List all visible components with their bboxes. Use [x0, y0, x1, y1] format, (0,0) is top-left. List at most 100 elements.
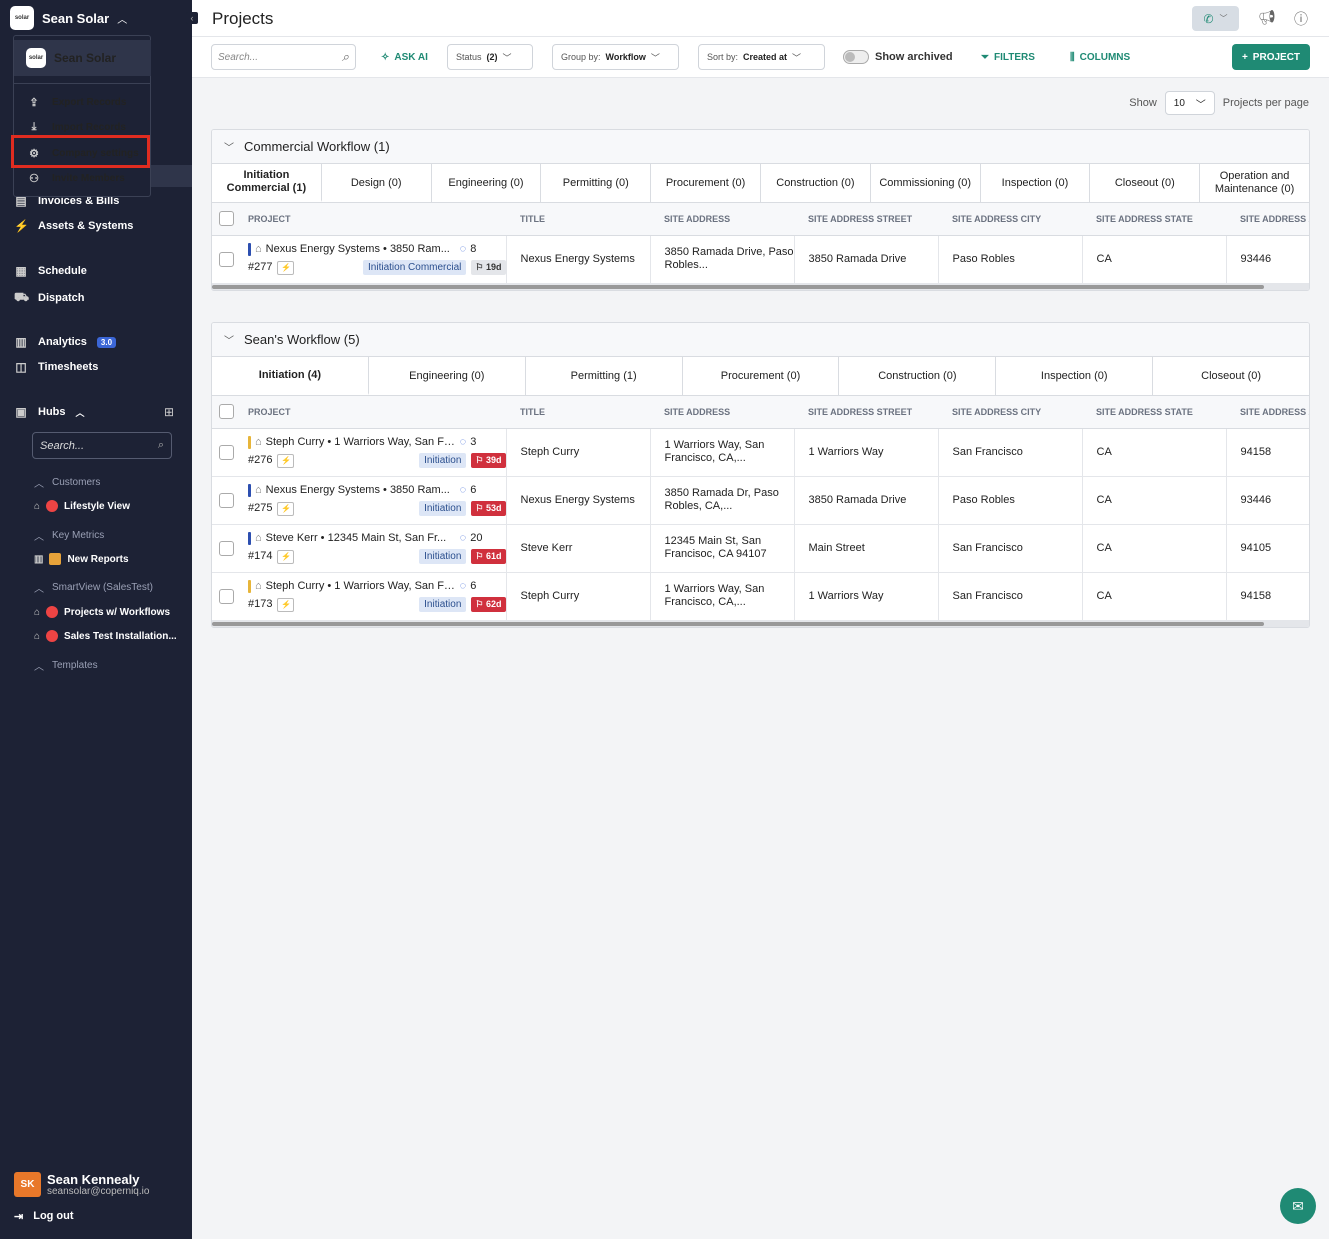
column-header[interactable]: SITE ADDRESS STREET: [794, 396, 938, 429]
sort-by-select[interactable]: Sort by: Created at ﹀: [698, 44, 825, 70]
project-cell[interactable]: ⌂ Steve Kerr • 12345 Main St, San Fr... ◌ 2…: [242, 524, 507, 573]
show-archived-toggle[interactable]: [843, 50, 869, 64]
column-header[interactable]: SITE ADDRESS ZIP: [1226, 396, 1309, 429]
company-switcher[interactable]: solar Sean Solar ︿: [10, 6, 127, 30]
column-header[interactable]: PROJECT: [242, 203, 506, 236]
nav-dispatch[interactable]: ⛟ Dispatch: [14, 290, 84, 306]
bar-chart-icon: ▥: [34, 553, 44, 565]
hub-search-input[interactable]: Search... ⌕: [32, 432, 172, 459]
stage-tab[interactable]: Construction (0): [760, 164, 871, 202]
columns-icon: ⫼: [1070, 51, 1075, 63]
nav-assets[interactable]: ⚡ Assets & Systems: [14, 219, 133, 233]
column-header[interactable]: SITE ADDRESS: [650, 203, 794, 236]
column-header[interactable]: SITE ADDRESS STATE: [1082, 203, 1226, 236]
project-cell[interactable]: ⌂ Nexus Energy Systems • 3850 Ram... ◌ 8 #27…: [242, 235, 507, 284]
hub-group-customers[interactable]: ︿ Customers: [34, 475, 100, 490]
horizontal-scrollbar[interactable]: [212, 620, 1309, 627]
table-row[interactable]: ⌂ Steph Curry • 1 Warriors Way, San Fr...…: [212, 428, 1309, 477]
hub-group-smartview[interactable]: ︿ SmartView (SalesTest): [34, 580, 153, 595]
stage-badge: Initiation: [419, 597, 467, 612]
stage-tab[interactable]: Closeout (0): [1153, 357, 1309, 395]
stage-tab[interactable]: Commissioning (0): [870, 164, 981, 202]
column-header[interactable]: SITE ADDRESS CITY: [938, 203, 1082, 236]
chevron-up-icon: ︿: [34, 532, 44, 543]
home-icon: ⌂: [255, 580, 262, 592]
stage-tab[interactable]: Permitting (0): [541, 164, 652, 202]
group-header[interactable]: ﹀ Sean's Workflow (5): [212, 323, 1309, 357]
stage-tab[interactable]: Initiation (4): [212, 357, 369, 395]
stage-tab[interactable]: Operation and Maintenance (0): [1200, 164, 1309, 202]
column-header[interactable]: PROJECT: [242, 396, 506, 429]
street-cell: Main Street: [794, 524, 939, 573]
stage-tab[interactable]: Permitting (1): [525, 357, 683, 395]
column-header[interactable]: SITE ADDRESS STREET: [794, 203, 938, 236]
project-cell[interactable]: ⌂ Steph Curry • 1 Warriors Way, San Fr...…: [242, 572, 507, 621]
company-menu-header[interactable]: solar Sean Solar: [14, 40, 151, 76]
nav-timesheets[interactable]: ◫ Timesheets: [14, 360, 98, 374]
table-row[interactable]: ⌂ Nexus Energy Systems • 3850 Ram... ◌ 6 #27…: [212, 476, 1309, 525]
collapse-sidebar-icon[interactable]: ‹: [186, 12, 198, 24]
hub-group-templates[interactable]: ︿ Templates: [34, 658, 98, 673]
column-header[interactable]: TITLE: [506, 396, 650, 429]
stage-tab[interactable]: Construction (0): [839, 357, 997, 395]
row-checkbox[interactable]: [219, 492, 234, 508]
hub-item-sales-test[interactable]: ⌂ Sales Test Installation...: [34, 630, 177, 642]
column-header[interactable]: SITE ADDRESS: [650, 396, 794, 429]
megaphone-icon[interactable]: 📢︎: [1258, 9, 1276, 26]
stage-tab[interactable]: Engineering (0): [368, 357, 526, 395]
menu-invite-members[interactable]: ⚇ Invite Members: [28, 172, 125, 185]
row-checkbox[interactable]: [219, 540, 234, 556]
flag-icon: ⚐: [475, 262, 486, 272]
column-header[interactable]: TITLE: [506, 203, 650, 236]
add-project-button[interactable]: + PROJECT: [1232, 44, 1310, 70]
column-header[interactable]: SITE ADDRESS ZIP: [1226, 203, 1309, 236]
search-input[interactable]: Search... ⌕: [211, 44, 356, 70]
nav-hubs[interactable]: ▣ Hubs ︿: [14, 405, 84, 419]
menu-export-records[interactable]: ⇪ Export Records: [28, 96, 126, 109]
stage-tab[interactable]: Initiation Commercial (1): [212, 164, 322, 202]
add-hub-folder-icon[interactable]: ⊞: [164, 405, 174, 419]
phone-button[interactable]: ✆ ﹀: [1192, 6, 1239, 31]
table-row[interactable]: ⌂ Nexus Energy Systems • 3850 Ram... ◌ 8 #27…: [212, 235, 1309, 284]
stage-tab[interactable]: Procurement (0): [682, 357, 840, 395]
project-cell[interactable]: ⌂ Nexus Energy Systems • 3850 Ram... ◌ 6 #27…: [242, 476, 507, 525]
hub-item-lifestyle[interactable]: ⌂ Lifestyle View: [34, 500, 130, 512]
row-checkbox[interactable]: [219, 251, 234, 267]
horizontal-scrollbar[interactable]: [212, 283, 1309, 290]
hub-group-key-metrics[interactable]: ︿ Key Metrics: [34, 528, 104, 543]
user-profile[interactable]: SK Sean Kennealy seansolar@coperniq.io: [14, 1172, 149, 1197]
sidebar-selected-row: [151, 165, 192, 187]
row-checkbox[interactable]: [219, 444, 234, 460]
nav-analytics[interactable]: ▥ Analytics 3.0: [14, 335, 117, 349]
group-by-select[interactable]: Group by: Workflow ﹀: [552, 44, 679, 70]
column-header[interactable]: SITE ADDRESS STATE: [1082, 396, 1226, 429]
hub-item-reports[interactable]: ▥ New Reports: [34, 553, 129, 565]
stage-tab[interactable]: Procurement (0): [651, 164, 761, 202]
hub-item-projects-workflows[interactable]: ⌂ Projects w/ Workflows: [34, 606, 170, 618]
group-header[interactable]: ﹀ Commercial Workflow (1): [212, 130, 1309, 164]
nav-schedule[interactable]: ▦ Schedule: [14, 264, 87, 278]
project-cell[interactable]: ⌂ Steph Curry • 1 Warriors Way, San Fr...…: [242, 428, 507, 477]
logout-button[interactable]: ⇥ Log out: [14, 1210, 74, 1223]
ask-ai-button[interactable]: ✧ ASK AI: [381, 44, 428, 70]
stage-tab[interactable]: Inspection (0): [980, 164, 1091, 202]
project-name: Nexus Energy Systems • 3850 Ram...: [265, 243, 450, 255]
table-row[interactable]: ⌂ Steph Curry • 1 Warriors Way, San Fr...…: [212, 572, 1309, 621]
stage-tab[interactable]: Inspection (0): [996, 357, 1154, 395]
help-icon[interactable]: ⓘ: [1294, 9, 1308, 29]
status-filter[interactable]: Status (2) ﹀: [447, 44, 533, 70]
column-header[interactable]: SITE ADDRESS CITY: [938, 396, 1082, 429]
menu-import-records[interactable]: ⤓ Import Records: [28, 121, 126, 134]
select-all-checkbox[interactable]: [219, 404, 234, 420]
chevron-down-icon: ﹀: [792, 52, 802, 63]
filters-button[interactable]: ⏷ FILTERS: [981, 44, 1035, 70]
stage-tab[interactable]: Design (0): [321, 164, 432, 202]
columns-button[interactable]: ⫼ COLUMNS: [1070, 44, 1130, 70]
table-row[interactable]: ⌂ Steve Kerr • 12345 Main St, San Fr... ◌ 2…: [212, 524, 1309, 573]
row-checkbox[interactable]: [219, 588, 234, 604]
per-page-select[interactable]: 10 ﹀: [1164, 91, 1215, 115]
stage-tab[interactable]: Engineering (0): [431, 164, 542, 202]
stage-tab[interactable]: Closeout (0): [1090, 164, 1201, 202]
select-all-checkbox[interactable]: [219, 211, 234, 227]
chat-icon[interactable]: ✉: [1280, 1188, 1316, 1224]
